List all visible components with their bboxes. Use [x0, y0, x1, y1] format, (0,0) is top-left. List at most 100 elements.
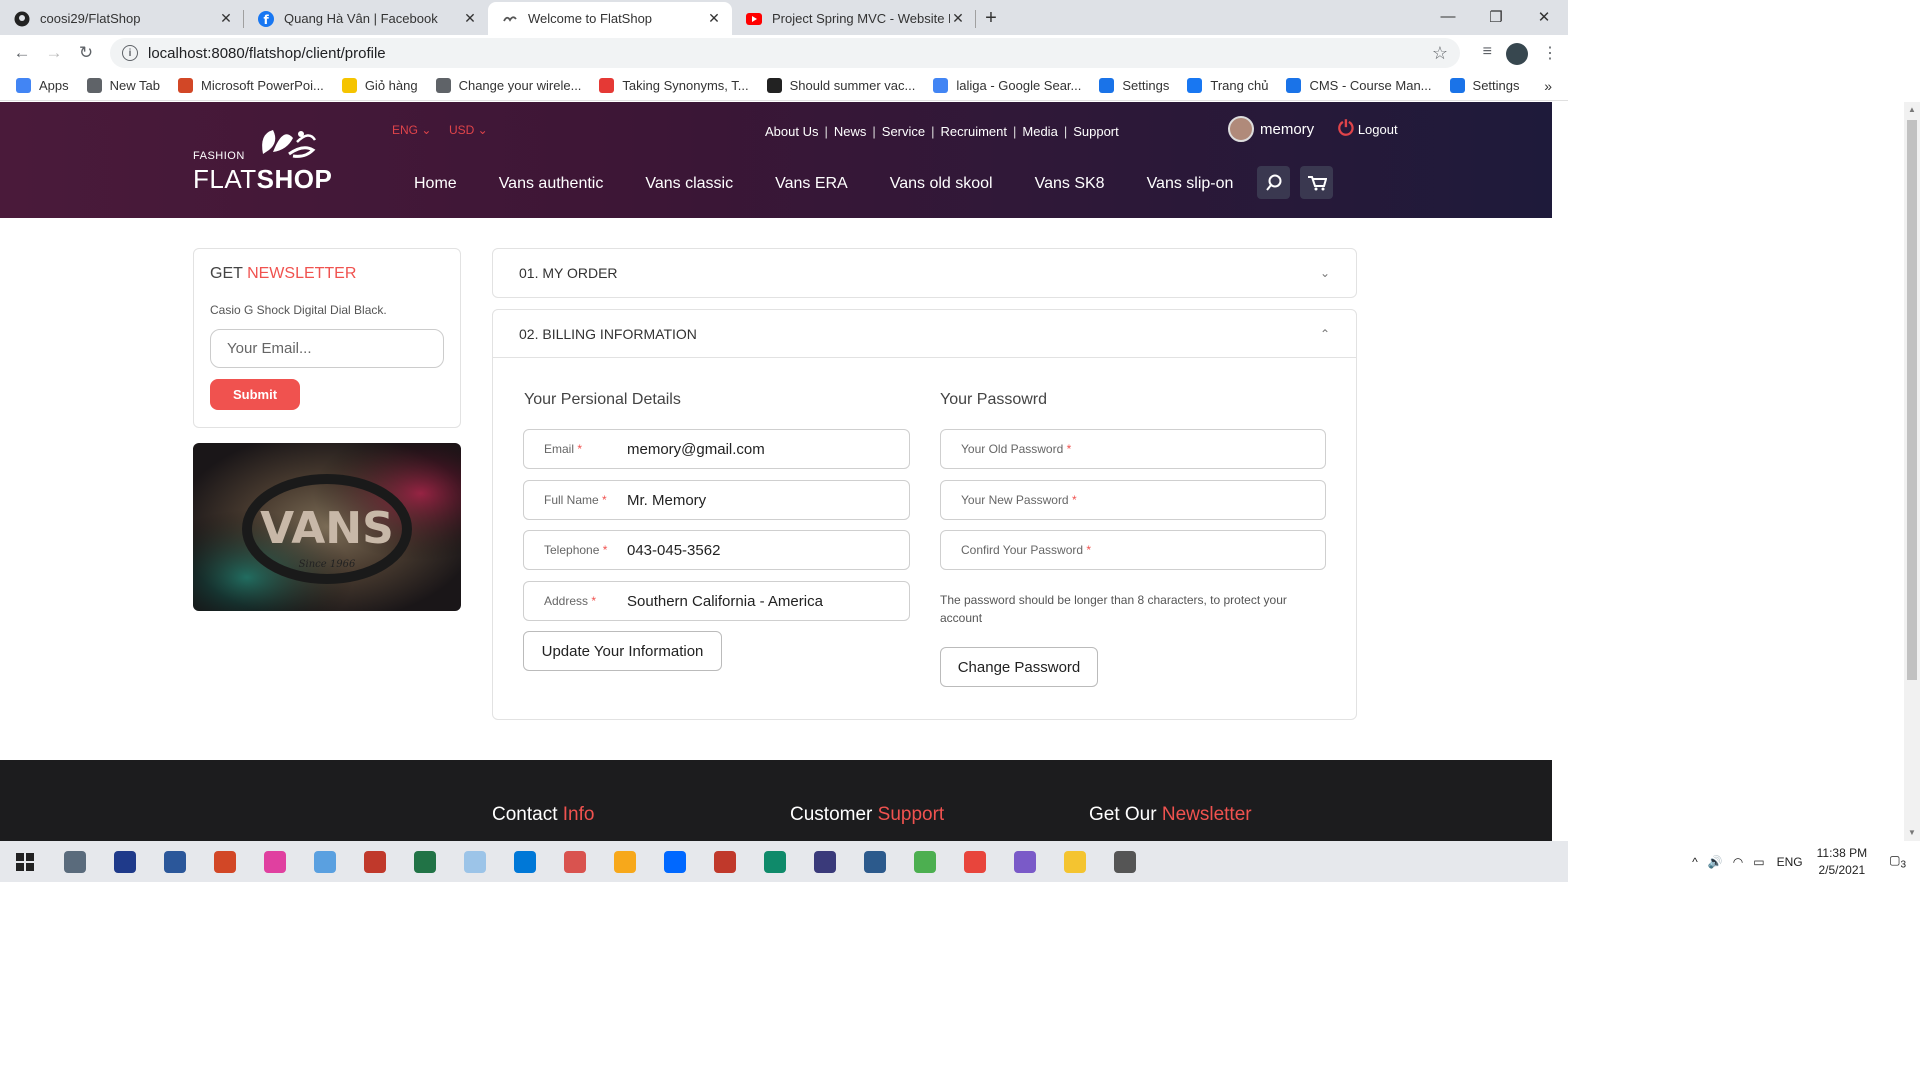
taskbar-app-icon[interactable]: [200, 841, 250, 882]
toplink-recruitment[interactable]: Recruiment: [941, 124, 1007, 139]
update-info-button[interactable]: Update Your Information: [523, 631, 722, 671]
forward-icon[interactable]: →: [38, 43, 70, 63]
taskbar-app-icon[interactable]: [400, 841, 450, 882]
taskbar-app-icon[interactable]: [250, 841, 300, 882]
bookmark-item[interactable]: Apps: [16, 78, 69, 93]
reload-icon[interactable]: ↻: [70, 43, 102, 63]
taskbar-app-icon[interactable]: [550, 841, 600, 882]
bookmark-item[interactable]: laliga - Google Sear...: [933, 78, 1081, 93]
language-select[interactable]: ENG ⌄: [392, 123, 431, 137]
toplink-service[interactable]: Service: [882, 124, 925, 139]
site-info-icon[interactable]: i: [122, 45, 138, 61]
taskbar-app-icon[interactable]: [50, 841, 100, 882]
volume-icon[interactable]: 🔊: [1708, 855, 1723, 869]
browser-tab[interactable]: Project Spring MVC - Website Bá ✕: [732, 2, 976, 35]
wifi-icon[interactable]: ◠: [1733, 855, 1743, 869]
taskbar-app-icon[interactable]: [600, 841, 650, 882]
scroll-thumb[interactable]: [1907, 120, 1917, 680]
nav-vans-classic[interactable]: Vans classic: [645, 175, 733, 193]
nav-vans-authentic[interactable]: Vans authentic: [499, 175, 604, 193]
bookmark-item[interactable]: Taking Synonyms, T...: [599, 78, 749, 93]
bookmark-star-icon[interactable]: ☆: [1432, 43, 1448, 64]
battery-icon[interactable]: ▭: [1753, 855, 1764, 869]
email-field[interactable]: Email * memory@gmail.com: [523, 429, 910, 469]
user-account[interactable]: memory: [1228, 116, 1314, 142]
new-password-field[interactable]: Your New Password *: [940, 480, 1326, 520]
close-tab-icon[interactable]: ✕: [950, 10, 966, 27]
scroll-down-icon[interactable]: ▼: [1904, 825, 1920, 841]
bookmark-item[interactable]: Settings: [1449, 78, 1520, 93]
nav-vans-sk8[interactable]: Vans SK8: [1035, 175, 1105, 193]
url-input[interactable]: i localhost:8080/flatshop/client/profile…: [110, 38, 1460, 68]
scroll-up-icon[interactable]: ▲: [1904, 102, 1920, 118]
browser-tab-active[interactable]: Welcome to FlatShop ✕: [488, 2, 732, 35]
change-password-button[interactable]: Change Password: [940, 647, 1098, 687]
taskbar-app-icon[interactable]: [1050, 841, 1100, 882]
chevron-up-icon[interactable]: ⌃: [1320, 327, 1330, 341]
close-window-icon[interactable]: ✕: [1520, 0, 1568, 33]
browser-tab[interactable]: coosi29/FlatShop ✕: [0, 2, 244, 35]
bookmark-item[interactable]: Giỏ hàng: [341, 78, 418, 93]
newsletter-email-input[interactable]: Your Email...: [210, 329, 444, 368]
reading-list-icon[interactable]: ≡: [1483, 43, 1492, 65]
taskbar-app-icon[interactable]: [1100, 841, 1150, 882]
nav-vans-era[interactable]: Vans ERA: [775, 175, 848, 193]
my-order-panel[interactable]: 01. MY ORDER ⌄: [492, 248, 1357, 298]
tray-chevron-icon[interactable]: ^: [1692, 855, 1698, 869]
bookmark-item[interactable]: New Tab: [86, 78, 160, 93]
notification-icon[interactable]: ▢3: [1889, 853, 1906, 870]
input-language[interactable]: ENG: [1777, 855, 1803, 869]
address-field[interactable]: Address * Southern California - America: [523, 581, 910, 621]
taskbar-app-icon[interactable]: [300, 841, 350, 882]
taskbar-app-icon[interactable]: [750, 841, 800, 882]
taskbar-app-icon[interactable]: [950, 841, 1000, 882]
chevron-down-icon[interactable]: ⌄: [1320, 266, 1330, 280]
telephone-field[interactable]: Telephone * 043-045-3562: [523, 530, 910, 570]
nav-home[interactable]: Home: [414, 175, 457, 193]
taskbar-app-icon[interactable]: [800, 841, 850, 882]
toplink-media[interactable]: Media: [1022, 124, 1057, 139]
browser-tab[interactable]: f Quang Hà Vân | Facebook ✕: [244, 2, 488, 35]
back-icon[interactable]: ←: [6, 43, 38, 63]
taskbar-app-icon[interactable]: [350, 841, 400, 882]
nav-vans-old-skool[interactable]: Vans old skool: [890, 175, 993, 193]
cart-icon[interactable]: [1300, 166, 1333, 199]
menu-icon[interactable]: ⋮: [1542, 43, 1558, 65]
taskbar-app-icon[interactable]: [450, 841, 500, 882]
toplink-news[interactable]: News: [834, 124, 867, 139]
bookmark-item[interactable]: CMS - Course Man...: [1286, 78, 1432, 93]
close-tab-icon[interactable]: ✕: [218, 10, 234, 27]
clock[interactable]: 11:38 PM 2/5/2021: [1817, 845, 1867, 879]
bookmark-item[interactable]: Microsoft PowerPoi...: [177, 78, 324, 93]
vans-banner-image[interactable]: VANS Since 1966: [193, 443, 461, 611]
taskbar-app-icon[interactable]: [150, 841, 200, 882]
logout-button[interactable]: ⏻ Logout: [1338, 118, 1398, 141]
bookmarks-overflow-icon[interactable]: »: [1544, 78, 1552, 94]
nav-vans-slip-on[interactable]: Vans slip-on: [1147, 175, 1234, 193]
bookmark-item[interactable]: Settings: [1099, 78, 1169, 93]
close-tab-icon[interactable]: ✕: [706, 10, 722, 27]
bookmark-item[interactable]: Trang chủ: [1187, 78, 1268, 93]
search-icon[interactable]: [1257, 166, 1290, 199]
bookmark-item[interactable]: Should summer vac...: [766, 78, 915, 93]
newsletter-submit-button[interactable]: Submit: [210, 379, 300, 410]
bookmark-item[interactable]: Change your wirele...: [435, 78, 581, 93]
restore-icon[interactable]: ❐: [1472, 0, 1520, 33]
page-scrollbar[interactable]: ▲ ▼: [1904, 102, 1920, 841]
currency-select[interactable]: USD ⌄: [449, 123, 488, 137]
taskbar-app-icon[interactable]: [1000, 841, 1050, 882]
new-tab-button[interactable]: +: [976, 2, 1006, 35]
minimize-icon[interactable]: —: [1424, 0, 1472, 33]
confirm-password-field[interactable]: Confird Your Password *: [940, 530, 1326, 570]
taskbar-app-icon[interactable]: [500, 841, 550, 882]
taskbar-app-icon[interactable]: [100, 841, 150, 882]
billing-header[interactable]: 02. BILLING INFORMATION ⌃: [493, 310, 1356, 358]
close-tab-icon[interactable]: ✕: [462, 10, 478, 27]
old-password-field[interactable]: Your Old Password *: [940, 429, 1326, 469]
taskbar-app-icon[interactable]: [650, 841, 700, 882]
windows-start-icon[interactable]: [0, 841, 50, 882]
toplink-support[interactable]: Support: [1073, 124, 1119, 139]
taskbar-app-icon[interactable]: [900, 841, 950, 882]
toplink-about[interactable]: About Us: [765, 124, 818, 139]
my-order-header[interactable]: 01. MY ORDER ⌄: [493, 249, 1356, 297]
